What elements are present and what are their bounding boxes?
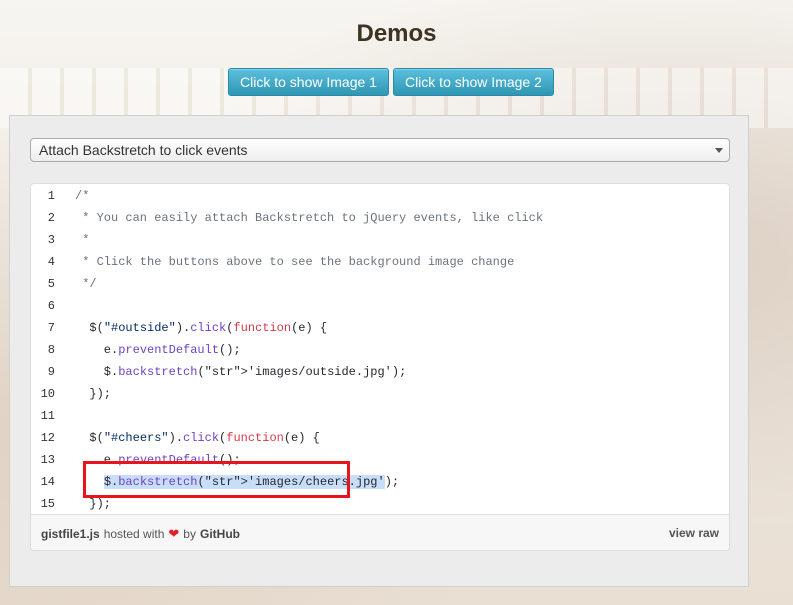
gist-filename-link[interactable]: gistfile1.js: [41, 527, 100, 541]
code-line: 9 $.backstretch("str">'images/outside.jp…: [31, 361, 729, 383]
line-code: e.preventDefault();: [75, 343, 241, 357]
github-link[interactable]: GitHub: [200, 527, 240, 541]
line-code: $("#cheers").click(function(e) {: [75, 431, 320, 445]
line-code: * Click the buttons above to see the bac…: [75, 255, 515, 269]
gist-meta: gistfile1.js hosted with ❤ by GitHub: [41, 526, 240, 542]
line-number: 10: [40, 387, 55, 401]
code-line: 6: [31, 295, 729, 317]
demo-select-value: Attach Backstretch to click events: [39, 142, 248, 158]
line-number: 13: [40, 453, 55, 467]
view-raw-link[interactable]: view raw: [669, 526, 719, 540]
show-image-2-button[interactable]: Click to show Image 2: [392, 68, 554, 96]
demo-panel: Attach Backstretch to click events 1 /* 2 …: [9, 115, 749, 587]
line-number: 8: [47, 343, 55, 357]
show-image-1-button[interactable]: Click to show Image 1: [228, 68, 389, 96]
line-number: 14: [40, 475, 55, 489]
by-text: by: [183, 527, 196, 541]
line-code: */: [75, 277, 97, 291]
line-code: /*: [75, 189, 90, 203]
code-line: 3 *: [31, 229, 729, 251]
line-number: 6: [47, 299, 55, 313]
code-line: 1 /*: [31, 185, 729, 207]
code-line: 8 e.preventDefault();: [31, 339, 729, 361]
code-line: 2 * You can easily attach Backstretch to…: [31, 207, 729, 229]
line-code: $("#outside").click(function(e) {: [75, 321, 328, 335]
button-row: Click to show Image 1 Click to show Imag…: [228, 68, 554, 96]
line-number: 5: [47, 277, 55, 291]
code-line: 5 */: [31, 273, 729, 295]
line-number: 15: [40, 497, 55, 511]
hosted-with-text: hosted with: [103, 527, 165, 541]
line-code: *: [75, 233, 90, 247]
code-line: 4 * Click the buttons above to see the b…: [31, 251, 729, 273]
page-title: Demos: [356, 20, 437, 47]
line-number: 11: [40, 409, 55, 423]
line-code: });: [75, 387, 112, 401]
line-code: * You can easily attach Backstretch to j…: [75, 211, 544, 225]
line-number: 12: [40, 431, 55, 445]
code-line: 7 $("#outside").click(function(e) {: [31, 317, 729, 339]
line-code: $.backstretch("str">'images/outside.jpg'…: [75, 365, 407, 379]
code-line: 10 });: [31, 383, 729, 405]
line-number: 2: [47, 211, 55, 225]
heart-icon: ❤: [168, 526, 180, 541]
line-number: 7: [47, 321, 55, 335]
line-number: 3: [47, 233, 55, 247]
chevron-down-icon: [715, 148, 723, 153]
code-line: 12 $("#cheers").click(function(e) {: [31, 427, 729, 449]
line-number: 4: [47, 255, 55, 269]
highlight-annotation-box: [83, 461, 350, 498]
gist-footer: gistfile1.js hosted with ❤ by GitHub vie…: [31, 514, 729, 550]
line-number: 1: [47, 189, 55, 203]
line-number: 9: [47, 365, 55, 379]
code-line: 11: [31, 405, 729, 427]
demo-select[interactable]: Attach Backstretch to click events: [30, 138, 730, 162]
